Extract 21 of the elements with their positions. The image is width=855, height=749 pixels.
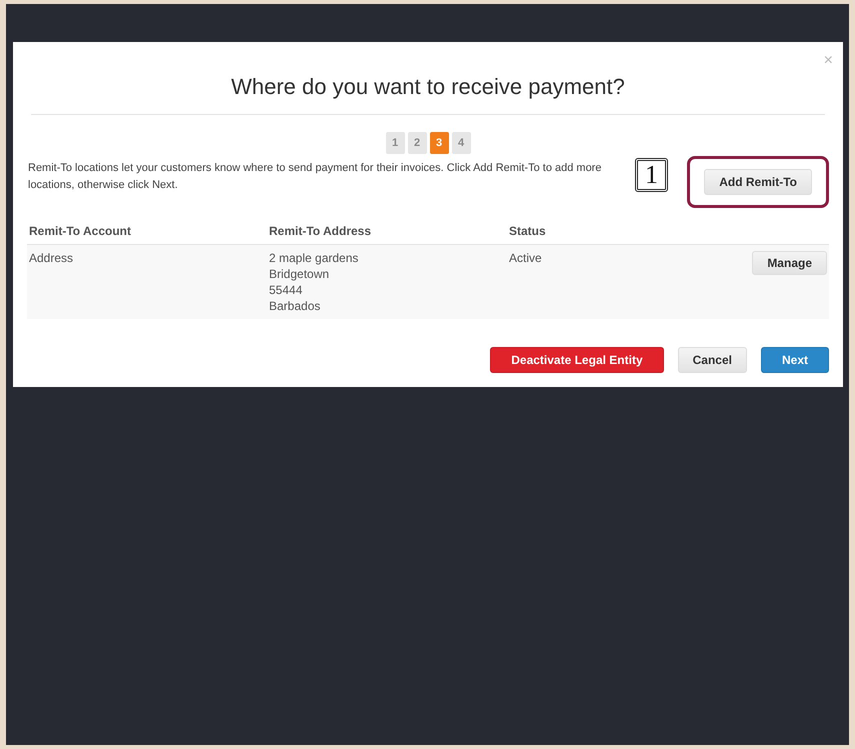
step-indicator: 3 [430,132,448,154]
table-cell-text: Address [28,251,74,267]
add-remit-to-button[interactable]: Add Remit-To [704,169,812,195]
step-indicator: 1 [386,132,404,154]
footer-button[interactable]: Cancel [678,347,747,373]
footer-button[interactable]: Deactivate Legal Entity [490,347,664,373]
address-line: Bridgetown [269,267,330,281]
step-indicator: 4 [452,132,470,154]
callout-number: 1 [635,158,668,192]
address-line: Barbados [269,299,322,313]
column-header: Remit-To Address [268,224,372,238]
column-header: Remit-To Account [28,224,132,238]
address-line: 2 maple gardens [269,251,360,265]
table-cell-text: Active [508,251,543,267]
footer-button[interactable]: Next [760,347,829,373]
column-header: Status [508,224,547,238]
address-line: 55444 [269,283,304,297]
dialog-title: Where do you want to receive payment? [231,74,625,100]
description-text: Remit-To locations let your customers know where to send payment for their invoices. Click Add Remit-To to add more locations, otherwise click Next. [28,161,602,193]
manage-button[interactable]: Manage [752,251,827,275]
step-indicator: 2 [408,132,426,154]
